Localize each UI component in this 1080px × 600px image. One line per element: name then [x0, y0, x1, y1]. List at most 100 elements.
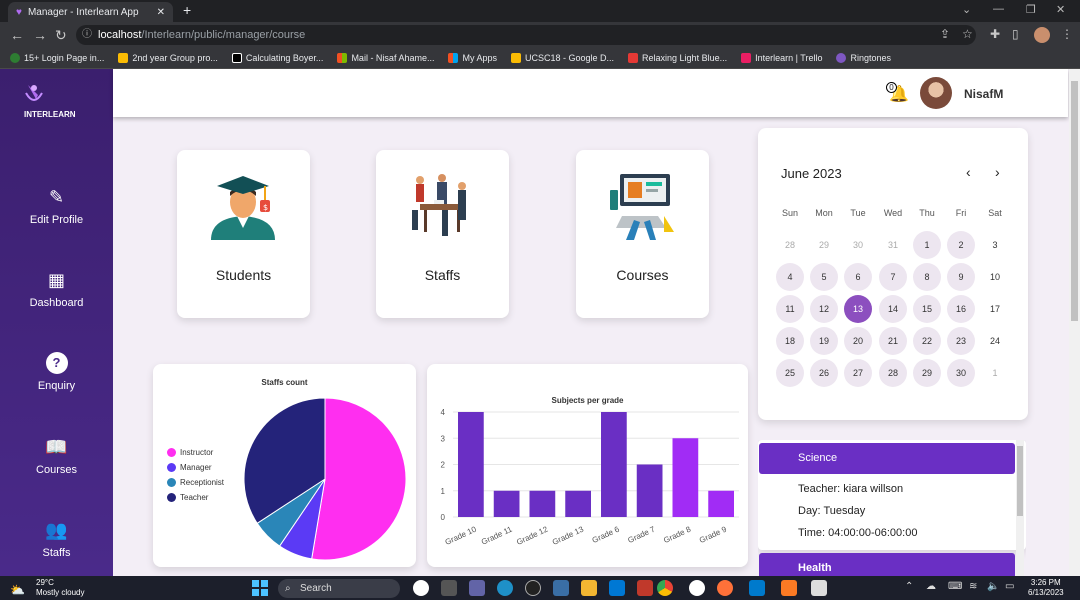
- calendar-day[interactable]: 29: [913, 359, 941, 387]
- bookmark-item[interactable]: Interlearn | Trello: [741, 53, 822, 63]
- bar-grade-7[interactable]: [636, 464, 663, 518]
- calendar-day[interactable]: 11: [776, 295, 804, 323]
- battery-icon[interactable]: ▭: [1005, 581, 1014, 592]
- windows-start-icon[interactable]: [252, 580, 268, 596]
- bar-grade-11[interactable]: [493, 490, 520, 517]
- chevron-left-icon[interactable]: ‹: [966, 164, 971, 180]
- bookmark-item[interactable]: 15+ Login Page in...: [10, 53, 104, 63]
- back-icon[interactable]: ←: [10, 27, 24, 43]
- bar-grade-9[interactable]: [708, 490, 734, 517]
- task-view-icon[interactable]: [441, 580, 457, 596]
- snipping-tool-icon[interactable]: [811, 580, 827, 596]
- share-icon[interactable]: ⇪: [940, 27, 950, 41]
- subject-card[interactable]: Science Teacher: kiara willson Day: Tues…: [758, 440, 1026, 550]
- minimize-icon[interactable]: —: [993, 3, 1004, 15]
- calendar-day[interactable]: 17: [981, 295, 1009, 323]
- calendar-day[interactable]: 2: [947, 231, 975, 259]
- scroll-thumb[interactable]: [1071, 81, 1078, 321]
- xampp-icon[interactable]: [781, 580, 797, 596]
- taskbar-search[interactable]: ⌕ Search: [278, 579, 400, 598]
- edge-icon[interactable]: [497, 580, 513, 596]
- calendar-day[interactable]: 28: [879, 359, 907, 387]
- calendar-day[interactable]: 9: [947, 263, 975, 291]
- bar-grade-13[interactable]: [565, 490, 591, 517]
- bookmark-item[interactable]: My Apps: [448, 53, 497, 63]
- tab-search-icon[interactable]: ⌄: [962, 3, 971, 16]
- sidebar-item-staffs[interactable]: 👥 Staffs: [0, 520, 113, 559]
- calendar-day[interactable]: 14: [879, 295, 907, 323]
- calendar-day[interactable]: 20: [844, 327, 872, 355]
- calendar-day[interactable]: 22: [913, 327, 941, 355]
- weather-widget[interactable]: 29°C Mostly cloudy: [36, 578, 84, 598]
- calendar-day[interactable]: 21: [879, 327, 907, 355]
- calendar-day[interactable]: 12: [810, 295, 838, 323]
- calendar-day[interactable]: 31: [879, 231, 907, 259]
- calendar-day[interactable]: 23: [947, 327, 975, 355]
- legend-item[interactable]: Receptionist: [167, 478, 224, 487]
- calendar-day[interactable]: 30: [947, 359, 975, 387]
- calendar-day[interactable]: 7: [879, 263, 907, 291]
- scroll-thumb[interactable]: [1017, 446, 1023, 516]
- sidebar-item-courses[interactable]: 📖 Courses: [0, 437, 113, 476]
- calendar-day[interactable]: 1: [913, 231, 941, 259]
- user-name[interactable]: NisafM: [964, 87, 1003, 101]
- address-bar[interactable]: ⓘ localhost/Interlearn/public/manager/co…: [76, 25, 976, 45]
- new-tab-icon[interactable]: +: [183, 2, 191, 18]
- app-icon[interactable]: [689, 580, 705, 596]
- user-avatar[interactable]: [920, 77, 952, 109]
- interlearn-logo[interactable]: INTERLEARN: [22, 83, 92, 123]
- bookmark-item[interactable]: Relaxing Light Blue...: [628, 53, 727, 63]
- legend-item[interactable]: Manager: [167, 463, 224, 472]
- calendar-day[interactable]: 25: [776, 359, 804, 387]
- menu-icon[interactable]: ⋮: [1061, 27, 1073, 41]
- calendar-day[interactable]: 10: [981, 263, 1009, 291]
- teams-icon[interactable]: [469, 580, 485, 596]
- courses-card[interactable]: Courses: [576, 150, 709, 318]
- calendar-day[interactable]: 1: [981, 359, 1009, 387]
- sidepanel-icon[interactable]: ▯: [1012, 27, 1019, 41]
- close-tab-icon[interactable]: ✕: [157, 7, 165, 18]
- profile-avatar[interactable]: [1034, 27, 1050, 43]
- bar-grade-10[interactable]: [458, 412, 484, 517]
- calendar-day[interactable]: 27: [844, 359, 872, 387]
- sidebar-item-enquiry[interactable]: ? Enquiry: [0, 352, 113, 392]
- pie-slice-instructor[interactable]: [311, 397, 407, 561]
- bookmark-item[interactable]: 2nd year Group pro...: [118, 53, 218, 63]
- calendar-day[interactable]: 13: [844, 295, 872, 323]
- app-icon[interactable]: [637, 580, 653, 596]
- chevron-right-icon[interactable]: ›: [995, 164, 1000, 180]
- reload-icon[interactable]: ↻: [55, 27, 67, 44]
- bing-icon[interactable]: [413, 580, 429, 596]
- legend-item[interactable]: Instructor: [167, 448, 224, 457]
- bookmark-item[interactable]: UCSC18 - Google D...: [510, 53, 614, 63]
- bookmark-item[interactable]: Calculating Boyer...: [231, 53, 323, 63]
- calendar-day[interactable]: 4: [776, 263, 804, 291]
- calendar-day[interactable]: 19: [810, 327, 838, 355]
- file-explorer-icon[interactable]: [581, 580, 597, 596]
- calendar-day[interactable]: 5: [810, 263, 838, 291]
- bookmark-item[interactable]: Ringtones: [836, 53, 891, 63]
- students-card[interactable]: $ Students: [177, 150, 310, 318]
- wifi-icon[interactable]: ≋: [969, 581, 977, 592]
- calendar-day[interactable]: 26: [810, 359, 838, 387]
- store-icon[interactable]: [553, 580, 569, 596]
- subject-card[interactable]: Health: [758, 553, 1026, 576]
- bookmark-star-icon[interactable]: ☆: [962, 27, 973, 41]
- calendar-day[interactable]: 30: [844, 231, 872, 259]
- vscode-icon[interactable]: [749, 580, 765, 596]
- bar-grade-12[interactable]: [529, 490, 556, 517]
- page-scrollbar[interactable]: [1069, 69, 1080, 576]
- chevron-up-icon[interactable]: ⌃: [905, 581, 913, 592]
- keyboard-icon[interactable]: ⌨: [948, 581, 962, 592]
- volume-icon[interactable]: 🔈: [987, 581, 999, 592]
- extensions-icon[interactable]: ✚: [990, 27, 1000, 41]
- calendar-day[interactable]: 3: [981, 231, 1009, 259]
- taskbar-clock[interactable]: 3:26 PM 6/13/2023: [1028, 578, 1064, 598]
- bookmark-item[interactable]: Mail - Nisaf Ahame...: [337, 53, 434, 63]
- cloud-icon[interactable]: ☁: [926, 581, 936, 592]
- calendar-day[interactable]: 18: [776, 327, 804, 355]
- calendar-day[interactable]: 24: [981, 327, 1009, 355]
- subjects-scrollbar[interactable]: [1016, 440, 1024, 576]
- calendar-day[interactable]: 15: [913, 295, 941, 323]
- calendar-day[interactable]: 8: [913, 263, 941, 291]
